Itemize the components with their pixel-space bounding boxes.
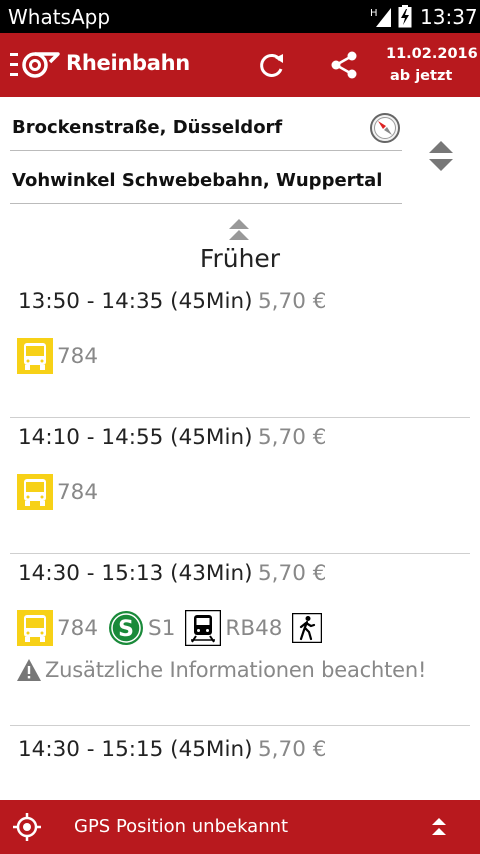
battery-charging-icon — [398, 5, 412, 28]
connection-price: 5,70 € — [258, 425, 327, 450]
app-brand: Rheinbahn — [66, 51, 190, 75]
svg-text:H: H — [370, 8, 378, 19]
leg-walk — [292, 613, 323, 643]
connection-time: 14:10 - 14:55 (45Min) — [18, 425, 253, 450]
gps-status: GPS Position unbekannt — [74, 816, 289, 837]
date-selector[interactable]: 11.02.2016 ab jetzt — [386, 43, 478, 87]
connection-time: 14:30 - 15:13 (43Min) — [18, 561, 253, 586]
chevron-double-up-icon — [229, 219, 249, 240]
warning-icon — [17, 659, 41, 681]
leg-line: 784 — [57, 615, 99, 641]
time-mode: ab jetzt — [390, 68, 453, 84]
earlier-button[interactable]: Früher — [0, 216, 480, 280]
connection-price: 5,70 € — [258, 289, 327, 314]
connection-price: 5,70 € — [258, 561, 327, 586]
earlier-label: Früher — [199, 244, 281, 273]
notice-text: Zusätzliche Informationen beachten! — [45, 658, 427, 682]
connection-item[interactable]: 14:30 - 15:13 (43Min) 5,70 € 784 S S1 RB… — [10, 554, 470, 726]
origin-field[interactable]: Brockenstraße, Düsseldorf — [10, 101, 402, 151]
signal-h-icon: H — [370, 8, 391, 27]
bus-icon — [17, 610, 53, 646]
rheinbahn-logo-icon — [10, 52, 60, 78]
destination-field[interactable]: Vohwinkel Schwebebahn, Wuppertal — [10, 154, 402, 204]
destination-value: Vohwinkel Schwebebahn, Wuppertal — [12, 170, 383, 191]
connection-time: 14:30 - 15:15 (45Min) — [18, 737, 253, 762]
gps-bar[interactable]: GPS Position unbekannt — [0, 800, 480, 854]
status-clock: 13:37 — [420, 5, 478, 29]
status-bar: WhatsApp H 13:37 — [0, 0, 480, 33]
connection-time: 13:50 - 14:35 (45Min) — [18, 289, 253, 314]
connection-legs: 784 — [17, 338, 108, 374]
connection-legs: 784 S S1 RB48 — [17, 610, 332, 646]
share-icon[interactable] — [328, 49, 360, 81]
gps-target-icon — [13, 813, 41, 841]
leg-bus: 784 — [17, 338, 98, 374]
bus-icon — [17, 338, 53, 374]
leg-line: 784 — [57, 343, 99, 369]
connection-price: 5,70 € — [258, 737, 327, 762]
connection-item[interactable]: 14:10 - 14:55 (45Min) 5,70 € 784 — [10, 418, 470, 554]
connection-notice[interactable]: Zusätzliche Informationen beachten! — [16, 658, 426, 682]
origin-value: Brockenstraße, Düsseldorf — [12, 117, 283, 138]
refresh-icon[interactable] — [256, 49, 288, 81]
leg-sbahn: S S1 — [108, 610, 175, 646]
leg-train: RB48 — [185, 610, 282, 646]
connection-legs: 784 — [17, 474, 108, 510]
travel-date: 11.02.2016 — [386, 46, 478, 62]
swap-icon[interactable] — [427, 139, 455, 173]
chevron-double-up-icon[interactable] — [428, 816, 450, 838]
leg-bus: 784 — [17, 474, 98, 510]
svg-text:S: S — [118, 617, 134, 642]
leg-line: RB48 — [225, 615, 283, 641]
bus-icon — [17, 474, 53, 510]
compass-icon[interactable] — [369, 112, 401, 144]
leg-bus: 784 — [17, 610, 98, 646]
status-app-name: WhatsApp — [8, 5, 111, 29]
regional-train-icon — [185, 610, 222, 646]
leg-line: S1 — [148, 615, 176, 641]
walk-icon — [292, 613, 323, 643]
connection-item[interactable]: 13:50 - 14:35 (45Min) 5,70 € 784 — [10, 282, 470, 418]
app-bar: Rheinbahn 11.02.2016 ab jetzt — [0, 33, 480, 97]
leg-line: 784 — [57, 479, 99, 505]
s-bahn-icon: S — [109, 611, 144, 645]
